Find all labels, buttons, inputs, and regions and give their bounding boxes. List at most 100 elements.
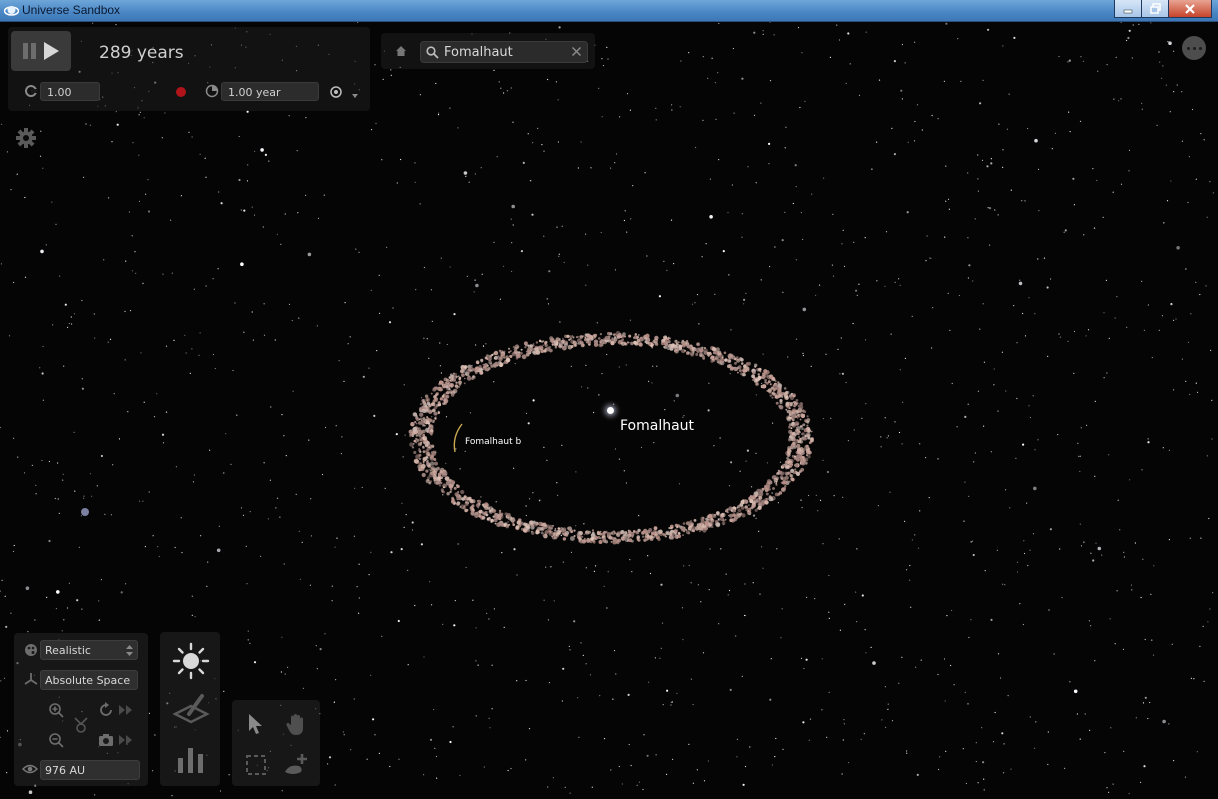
ring-particle [554,529,557,532]
ring-particle [599,537,602,540]
ring-particle [604,540,609,544]
ring-particle [468,496,472,501]
search-input[interactable]: Fomalhaut [420,41,588,63]
ring-particle [569,529,574,533]
pointer-icon[interactable] [247,713,265,735]
ring-particle [463,382,466,385]
time-step-field[interactable]: 1.00 year [221,82,319,101]
ring-particle [636,536,640,540]
ring-particle [430,429,434,433]
chevron-down-icon[interactable] [351,92,359,100]
ring-particle [428,468,431,471]
ring-particle [785,408,788,411]
ring-particle [799,418,802,421]
render-mode-select[interactable]: Realistic [40,640,138,660]
ring-particle [422,445,425,448]
ring-particle [730,515,733,517]
ring-particle [662,346,665,348]
rotate-icon[interactable] [98,702,114,718]
ring-particle [538,531,541,534]
ring-particle [558,339,561,342]
ring-particle [529,344,533,348]
ring-particle [698,347,703,352]
ring-particle [776,471,780,475]
ring-particle [457,491,460,493]
star-fomalhaut[interactable] [607,407,614,414]
ring-particle [798,410,802,414]
ring-particle [425,469,429,473]
time-scale-field[interactable]: 1.00 [40,82,100,101]
ring-particle [414,420,417,424]
fast-forward-icon[interactable] [118,704,134,716]
orbit-icon[interactable] [73,716,89,734]
ring-particle [784,460,789,464]
ring-particle [761,374,766,380]
time-step-value: 1.00 year [228,86,281,99]
planet-label[interactable]: Fomalhaut b [465,437,521,447]
view-distance-field[interactable]: 976 AU [40,760,140,780]
view-distance-value: 976 AU [45,764,86,777]
pause-icon[interactable] [23,43,37,59]
ring-particle [771,391,775,396]
ring-particle [716,513,720,516]
ring-particle [412,426,418,432]
ring-particle [507,521,509,523]
play-icon[interactable] [44,42,59,60]
time-scale-value: 1.00 [47,86,72,99]
more-icon[interactable] [1182,36,1206,60]
settings-icon[interactable] [15,127,37,149]
ring-particle [585,340,589,344]
sun-icon[interactable] [172,642,210,680]
ring-particle [426,461,430,466]
ring-particle [456,502,460,506]
ring-particle [544,530,549,535]
ring-particle [779,401,783,405]
ring-particle [641,535,645,538]
ring-particle [558,343,561,345]
ring-particle [801,424,804,427]
grid-icon[interactable] [172,692,210,728]
reference-frame-select[interactable]: Absolute Space [40,670,138,690]
window-titlebar: Universe Sandbox [0,0,1218,22]
minimize-icon [1123,9,1133,13]
ring-particle [654,531,657,534]
ring-particle [540,531,544,535]
hand-icon[interactable] [285,713,307,737]
add-object-icon[interactable] [283,752,311,778]
ring-particle [518,520,520,523]
close-icon [1185,3,1195,14]
ring-particle [509,355,513,358]
camera-icon[interactable] [98,733,114,747]
target-icon[interactable] [329,85,343,99]
zoom-out-icon[interactable] [48,732,64,748]
select-box-icon[interactable] [245,754,267,776]
ring-particle [624,335,627,338]
star-label[interactable]: Fomalhaut [620,418,694,434]
ring-particle [524,346,527,349]
ring-particle [722,519,725,522]
ring-particle [749,499,754,504]
ring-particle [449,373,453,377]
clear-icon[interactable] [571,46,582,57]
ring-particle [485,365,487,368]
ring-particle [442,486,445,489]
ring-particle [409,442,414,447]
restore-button[interactable] [1142,0,1169,18]
fast-forward-2-icon[interactable] [118,734,134,746]
ring-particle [527,344,530,347]
window-title: Universe Sandbox [22,3,121,17]
ring-particle [752,371,756,375]
ring-particle [634,341,639,346]
record-icon[interactable] [176,87,186,97]
ring-particle [727,364,731,369]
chart-icon[interactable] [176,744,206,774]
ring-particle [796,402,799,405]
ring-particle [746,507,752,513]
home-icon[interactable] [395,45,407,57]
zoom-in-icon[interactable] [48,702,64,718]
ring-particle [699,523,701,525]
close-button[interactable] [1169,0,1212,18]
ring-particle [795,450,800,455]
minimize-button[interactable] [1114,0,1142,18]
ring-particle [518,351,521,354]
